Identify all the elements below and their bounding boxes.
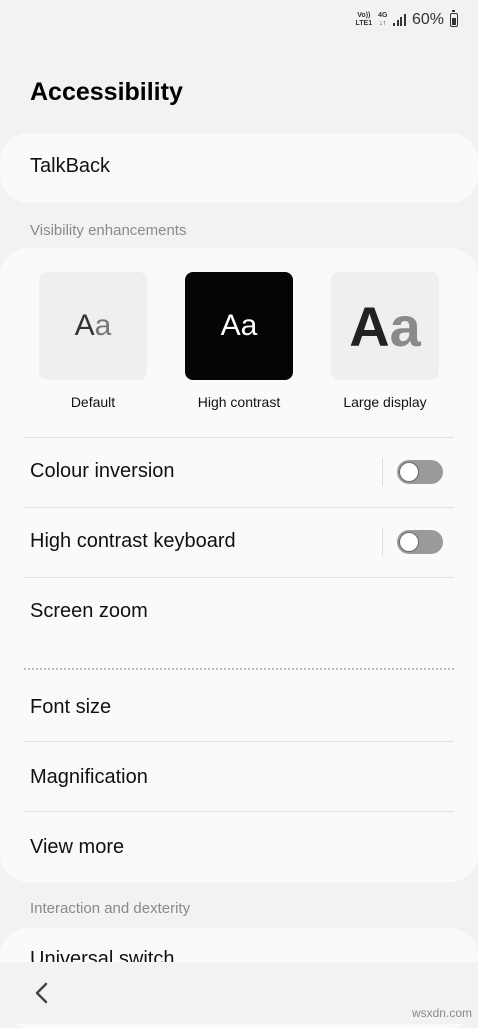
data-activity-icon: ↓↑ xyxy=(379,20,387,27)
battery-percent: 60% xyxy=(411,11,444,28)
theme-high-contrast-label: High contrast xyxy=(197,394,281,410)
back-button[interactable] xyxy=(32,978,50,1008)
row-separator xyxy=(382,458,383,486)
theme-large-display[interactable]: Aa Large display xyxy=(331,272,439,410)
status-icons: Vo)) LTE1 4G ↓↑ 60% xyxy=(356,10,458,30)
colour-inversion-toggle[interactable] xyxy=(397,460,443,484)
status-bar: Vo)) LTE1 4G ↓↑ 60% xyxy=(0,0,478,40)
theme-high-contrast[interactable]: Aa High contrast xyxy=(185,272,293,410)
page-title: Accessibility xyxy=(30,78,183,106)
lte-label: LTE1 xyxy=(355,20,373,27)
font-size-row[interactable]: Font size xyxy=(0,672,478,741)
view-more-row[interactable]: View more xyxy=(0,812,478,881)
high-contrast-keyboard-toggle[interactable] xyxy=(397,530,443,554)
magnification-label: Magnification xyxy=(30,766,148,788)
theme-high-contrast-preview: Aa xyxy=(185,272,293,380)
battery-icon xyxy=(450,10,458,27)
theme-large-display-preview: Aa xyxy=(331,272,439,380)
section-label-visibility: Visibility enhancements xyxy=(30,222,187,239)
theme-default-preview: Aa xyxy=(39,272,147,380)
navigation-bar: wsxdn.com xyxy=(0,962,478,1024)
network-type-indicator: 4G ↓↑ xyxy=(378,12,387,28)
talkback-label: TalkBack xyxy=(30,155,111,177)
screen-zoom-row[interactable]: Screen zoom xyxy=(0,578,478,647)
dotted-divider xyxy=(24,668,454,670)
high-contrast-keyboard-label: High contrast keyboard xyxy=(30,530,236,552)
watermark: wsxdn.com xyxy=(411,1006,472,1020)
chevron-left-icon xyxy=(35,982,48,1004)
section-label-interaction: Interaction and dexterity xyxy=(30,900,191,917)
volte-label: Vo)) xyxy=(357,12,371,19)
theme-large-display-label: Large display xyxy=(343,394,427,410)
text-preview-icon: Aa xyxy=(74,309,112,342)
theme-default-label: Default xyxy=(70,394,116,410)
signal-icon xyxy=(393,14,406,26)
text-preview-icon: Aa xyxy=(220,309,258,342)
talkback-item[interactable]: TalkBack xyxy=(0,133,478,203)
text-preview-icon: Aa xyxy=(349,294,421,358)
view-more-label: View more xyxy=(30,836,125,858)
volte-indicator: Vo)) LTE1 xyxy=(356,12,373,28)
magnification-row[interactable]: Magnification xyxy=(0,742,478,811)
network-type-label: 4G xyxy=(378,12,388,19)
theme-default[interactable]: Aa Default xyxy=(39,272,147,410)
visibility-card: Aa Default Aa High contrast Aa Large dis… xyxy=(0,248,478,882)
high-contrast-keyboard-row[interactable]: High contrast keyboard xyxy=(0,508,478,577)
font-size-label: Font size xyxy=(30,696,112,718)
screen-zoom-label: Screen zoom xyxy=(30,600,148,622)
colour-inversion-label: Colour inversion xyxy=(30,460,175,482)
colour-inversion-row[interactable]: Colour inversion xyxy=(0,438,478,507)
row-separator xyxy=(382,528,383,556)
